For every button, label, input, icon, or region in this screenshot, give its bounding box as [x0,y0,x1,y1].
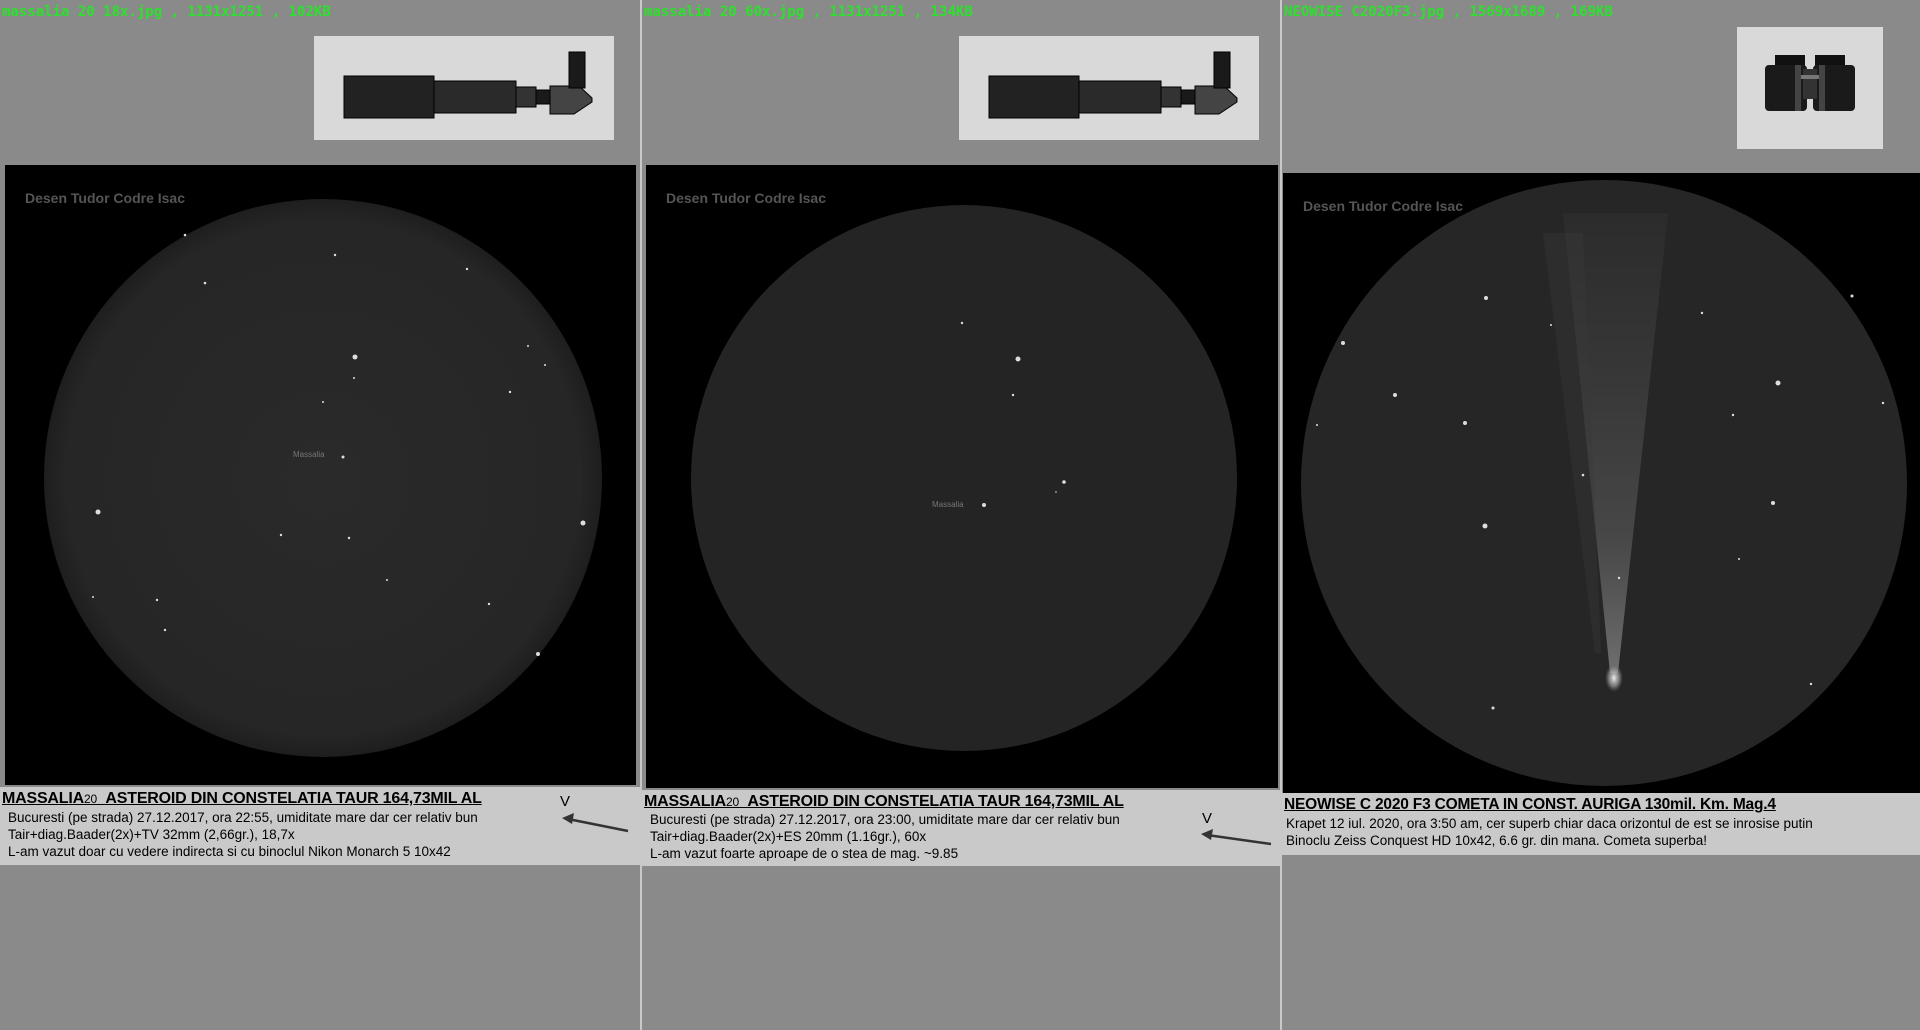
watermark: Desen Tudor Codre Isac [666,190,826,206]
arrow-icon [1201,829,1272,846]
watermark: Desen Tudor Codre Isac [1303,198,1463,214]
file-dims: 1131x1251 [187,4,264,20]
caption-box: NEOWISE C 2020 F3 COMETA IN CONST. AURIG… [1282,793,1920,855]
sketch-image[interactable]: Desen Tudor Codre Isac Massalia [646,165,1278,788]
file-dims: 1131x1251 [829,4,906,20]
caption-line-3: L-am vazut foarte aproape de o stea de m… [650,846,959,861]
caption-title: MASSALIA20 ASTEROID DIN CONSTELATIA TAUR… [2,790,482,807]
file-info: massalia 20 18x.jpg , 1131x1251 , 102KB [2,4,331,20]
caption-box: MASSALIA20 ASTEROID DIN CONSTELATIA TAUR… [0,787,640,865]
caption-line-3: L-am vazut doar cu vedere indirecta si c… [8,844,451,859]
caption-line-1: Bucuresti (pe strada) 27.12.2017, ora 23… [650,812,1120,827]
file-size: 134KB [930,4,973,20]
file-name: NEOWISE C2020F3.jpg [1284,4,1445,20]
panel-neowise: NEOWISE C2020F3.jpg , 1569x1689 , 169KB [1280,0,1920,1030]
file-name: massalia 20 60x.jpg [644,4,805,20]
sketch-image[interactable]: Desen Tudor Codre Isac [1283,173,1920,793]
arrow-icon [562,813,629,833]
sketch-image[interactable]: Desen Tudor Codre Isac Massalia [5,165,636,785]
telescope-icon [314,36,614,140]
panel-massalia-18x: massalia 20 18x.jpg , 1131x1251 , 102KB [0,0,640,1030]
caption-box: MASSALIA20 ASTEROID DIN CONSTELATIA TAUR… [642,790,1280,866]
caption-line-2: Tair+diag.Baader(2x)+TV 32mm (2,66gr.), … [8,827,295,842]
caption-line-1: Krapet 12 iul. 2020, ora 3:50 am, cer su… [1286,816,1813,831]
file-dims: 1569x1689 [1469,4,1546,20]
v-mark: V [560,793,571,810]
panel-massalia-60x: massalia 20 60x.jpg , 1131x1251 , 134KB … [640,0,1280,1030]
caption-line-2: Binoclu Zeiss Conquest HD 10x42, 6.6 gr.… [1286,833,1707,848]
file-info: massalia 20 60x.jpg , 1131x1251 , 134KB [644,4,973,20]
watermark: Desen Tudor Codre Isac [25,190,185,206]
file-info: NEOWISE C2020F3.jpg , 1569x1689 , 169KB [1284,4,1613,20]
file-size: 102KB [288,4,331,20]
binoculars-icon [1737,27,1883,149]
telescope-icon [959,36,1259,140]
object-label: Massalia [932,500,964,509]
caption-line-1: Bucuresti (pe strada) 27.12.2017, ora 22… [8,810,478,825]
caption-title: MASSALIA20 ASTEROID DIN CONSTELATIA TAUR… [644,793,1124,810]
caption-line-2: Tair+diag.Baader(2x)+ES 20mm (1.16gr.), … [650,829,927,844]
object-label: Massalia [293,450,325,459]
caption-title: NEOWISE C 2020 F3 COMETA IN CONST. AURIG… [1284,796,1776,813]
file-name: massalia 20 18x.jpg [2,4,163,20]
file-size: 169KB [1570,4,1613,20]
